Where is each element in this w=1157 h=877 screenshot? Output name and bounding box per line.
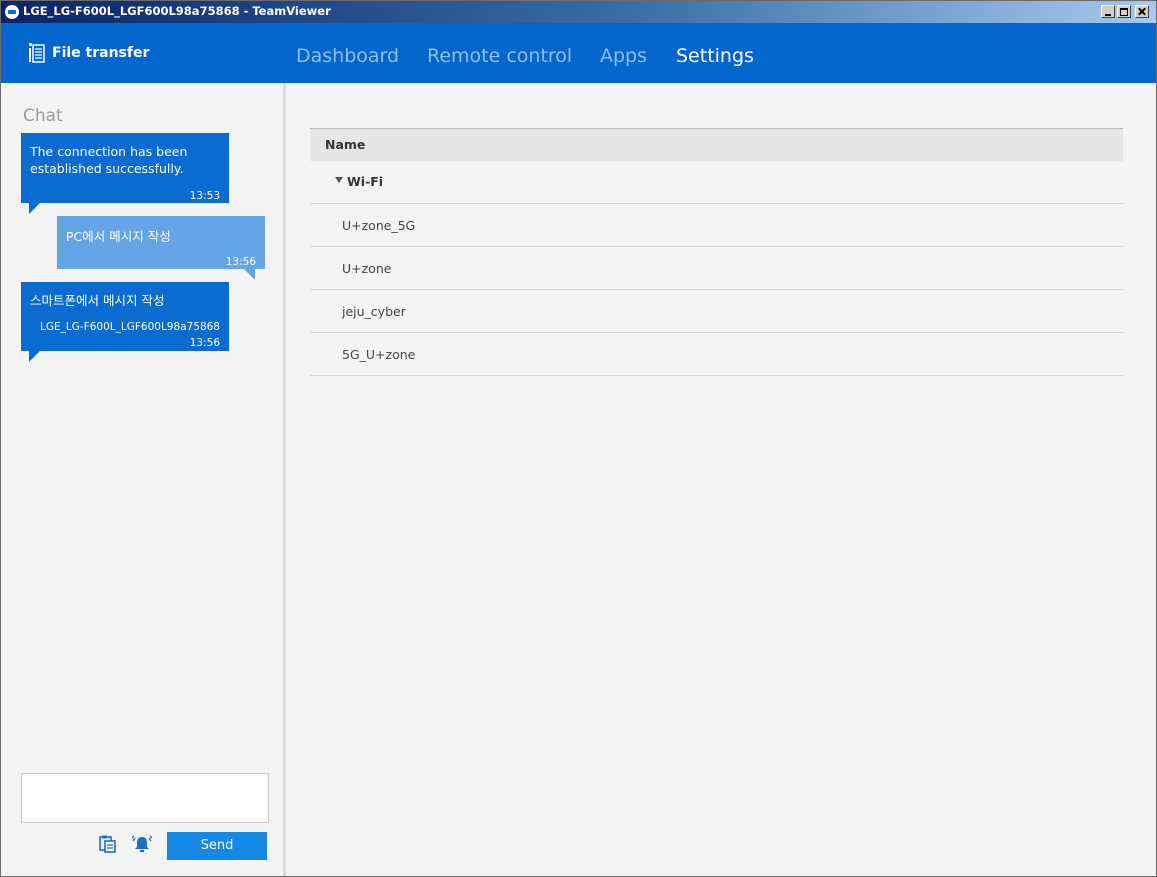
- column-header-name[interactable]: Name: [310, 128, 1123, 161]
- group-row-wifi[interactable]: Wi-Fi: [310, 161, 1123, 204]
- chat-message-line: established successfully.: [30, 161, 184, 176]
- table-row[interactable]: jeju_cyber: [310, 290, 1123, 333]
- table-row[interactable]: 5G_U+zone: [310, 333, 1123, 376]
- title-bar[interactable]: LGE_LG-F600L_LGF600L98a75868 - TeamViewe…: [1, 1, 1156, 23]
- chat-message-line: The connection has been: [30, 144, 188, 159]
- teamviewer-logo-icon: [5, 5, 19, 19]
- minimize-button[interactable]: [1101, 5, 1115, 18]
- chat-panel: Chat The connection has been established…: [1, 83, 283, 876]
- document-icon: [29, 43, 45, 63]
- tab-remote-control[interactable]: Remote control: [427, 45, 572, 67]
- tab-apps[interactable]: Apps: [600, 45, 647, 67]
- close-button[interactable]: [1135, 5, 1149, 18]
- settings-panel: Name Wi-Fi U+zone_5G U+zone jeju_cyber 5…: [286, 83, 1156, 876]
- bubble-tail: [244, 269, 255, 280]
- wifi-network-name: U+zone_5G: [342, 218, 416, 233]
- file-clipboard-icon[interactable]: [99, 835, 117, 853]
- table-row[interactable]: U+zone: [310, 247, 1123, 290]
- chat-message-time: 13:53: [189, 190, 220, 202]
- wifi-network-name: jeju_cyber: [342, 304, 406, 319]
- chat-message-text: The connection has been established succ…: [30, 143, 187, 177]
- chat-message-time: 13:56: [189, 337, 220, 349]
- maximize-button[interactable]: [1117, 5, 1131, 18]
- chat-title: Chat: [23, 106, 63, 126]
- chat-message-outgoing: PC에서 메시지 작성 13:56: [57, 216, 265, 280]
- group-label: Wi-Fi: [347, 174, 384, 189]
- file-transfer-button[interactable]: File transfer: [29, 42, 149, 64]
- alarm-bell-icon[interactable]: [131, 834, 153, 854]
- window-title: LGE_LG-F600L_LGF600L98a75868 - TeamViewe…: [23, 4, 331, 18]
- caret-down-icon[interactable]: [335, 177, 343, 183]
- bubble-tail: [29, 203, 40, 214]
- send-button[interactable]: Send: [167, 832, 267, 860]
- top-header: File transfer Dashboard Remote control A…: [1, 23, 1156, 83]
- chat-message-sender: LGE_LG-F600L_LGF600L98a75868: [40, 321, 220, 333]
- chat-message-incoming: The connection has been established succ…: [21, 133, 229, 214]
- wifi-network-name: 5G_U+zone: [342, 347, 416, 362]
- tab-settings[interactable]: Settings: [676, 45, 754, 67]
- bubble-tail: [29, 351, 40, 362]
- chat-message-text: PC에서 메시지 작성: [66, 229, 171, 244]
- wifi-network-name: U+zone: [342, 261, 392, 276]
- file-transfer-label: File transfer: [52, 45, 150, 61]
- tab-dashboard[interactable]: Dashboard: [296, 45, 399, 67]
- settings-table: Name Wi-Fi U+zone_5G U+zone jeju_cyber 5…: [310, 128, 1123, 376]
- chat-message-incoming: 스마트폰에서 메시지 작성 LGE_LG-F600L_LGF600L98a758…: [21, 282, 229, 362]
- chat-message-time: 13:56: [225, 256, 256, 268]
- teamviewer-window: LGE_LG-F600L_LGF600L98a75868 - TeamViewe…: [0, 0, 1157, 877]
- chat-input[interactable]: [21, 773, 269, 823]
- table-row[interactable]: U+zone_5G: [310, 204, 1123, 247]
- chat-message-text: 스마트폰에서 메시지 작성: [30, 293, 165, 308]
